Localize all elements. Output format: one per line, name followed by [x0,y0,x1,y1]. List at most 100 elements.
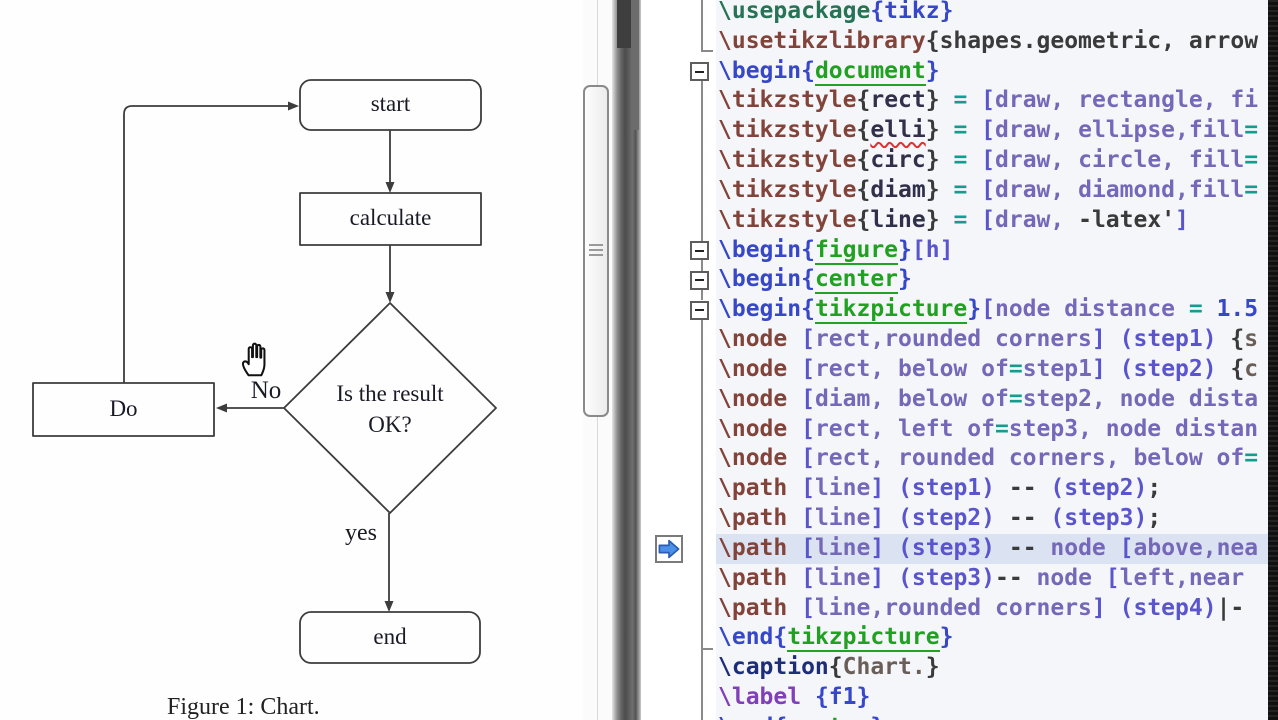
code-token: [ [801,535,815,561]
code-token [1106,595,1120,621]
code-token: = [1244,445,1258,471]
code-area[interactable]: \usepackage{tikz}\usetikzlibrary{shapes.… [716,0,1268,720]
code-token: (step1) [1120,326,1217,352]
code-line[interactable]: \path [line] (step1) -- (step2); [716,474,1268,504]
code-line[interactable]: \begin{center} [716,265,1268,295]
flowchart-node-end: end [300,624,480,650]
code-line[interactable]: \tikzstyle{elli} = [draw, ellipse,fill= [716,116,1268,146]
scrollbar-track-line [597,417,598,720]
code-token: (step2) [898,505,995,531]
code-token: \usepackage [718,0,870,24]
thumb-grip-icon [589,254,603,256]
code-line[interactable]: \node [rect, rounded corners, below of= [716,444,1268,474]
code-line[interactable]: \tikzstyle{circ} = [draw, circle, fill= [716,146,1268,176]
code-token: ] [870,475,884,501]
code-token: tikzpicture [787,624,939,652]
code-token: \path [718,535,801,561]
code-token: \end{ [718,624,787,650]
code-token [884,475,898,501]
arrow-right-icon [657,537,681,561]
code-token: ] [870,565,884,591]
fold-scope-line [701,290,703,300]
code-token: 1.5 [1217,296,1259,322]
code-line[interactable]: \tikzstyle{rect} = [draw, rectangle, fi [716,86,1268,116]
code-line[interactable]: \begin{figure}[h] [716,236,1268,266]
code-line[interactable]: \caption{Chart.} [716,653,1268,683]
code-line[interactable]: \path [line] (step3)-- node [left,near [716,564,1268,594]
code-token: Chart. [843,654,926,680]
code-token: step1 [1023,356,1092,382]
code-token: [ [801,505,815,531]
window-splitter[interactable] [612,0,641,720]
code-token: } [926,207,954,233]
code-token: s [1244,326,1258,352]
code-token: \begin{ [718,266,815,292]
code-line[interactable]: \path [line,rounded corners] (step4)|- [716,594,1268,624]
code-token: draw, rectangle, fi [995,87,1258,113]
code-line[interactable]: \tikzstyle{line} = [draw, -latex'] [716,206,1268,236]
code-line[interactable]: \usepackage{tikz} [716,0,1268,27]
code-token: draw, ellipse,fill [995,117,1244,143]
code-token: {f1} [815,684,870,710]
code-token: line [870,207,925,233]
code-token [967,177,981,203]
code-token: figure [815,237,898,265]
code-token: \path [718,595,801,621]
code-token: [ [801,565,815,591]
fold-marker[interactable] [690,241,709,260]
editor-pane[interactable]: \usepackage{tikz}\usetikzlibrary{shapes.… [641,0,1268,720]
code-token: [ [1106,565,1120,591]
code-token: } [940,624,954,650]
code-line[interactable]: \node [rect, below of=step1] (step2) {c [716,355,1268,385]
code-token: \caption [718,654,829,680]
code-token: { [856,87,870,113]
code-token: node distance [995,296,1189,322]
code-token: line,rounded corners [815,595,1092,621]
code-line[interactable]: \label {f1} [716,683,1268,713]
pdf-preview-pane[interactable]: start calculate Is the result OK? Do end… [0,0,583,720]
code-token: (step3) [1050,505,1147,531]
code-token [884,535,898,561]
code-token: c [1244,356,1258,382]
pdf-scrollbar[interactable] [583,0,612,720]
code-token: = [1244,117,1258,143]
code-token: \path [718,475,801,501]
code-line[interactable]: \node [rect, left of=step3, node distan [716,415,1268,445]
code-token: |- [1217,595,1245,621]
fold-marker[interactable] [690,301,709,320]
fold-minus-icon [695,279,704,281]
pdf-scrollbar-thumb[interactable] [583,85,609,417]
code-token [884,565,898,591]
code-token: step3, node distan [1009,416,1258,442]
fold-marker[interactable] [690,271,709,290]
code-token: = [1009,386,1023,412]
code-line[interactable]: \path [line] (step3) -- node [above,nea [716,534,1268,564]
flowchart-node-do: Do [33,396,214,422]
code-token: [ [801,595,815,621]
code-token: \end{ [718,714,787,720]
code-line[interactable]: \path [line] (step2) -- (step3); [716,504,1268,534]
code-token: left,near [1120,565,1245,591]
screen: start calculate Is the result OK? Do end… [0,0,1278,720]
code-token: = [1244,147,1258,173]
code-line[interactable]: \node [diam, below of=step2, node dista [716,385,1268,415]
code-token: = [1189,296,1203,322]
code-line[interactable]: \begin{document} [716,57,1268,87]
code-token: { [856,177,870,203]
code-line[interactable]: \end{tikzpicture} [716,623,1268,653]
code-token: \begin{ [718,58,815,84]
code-token: rect,rounded corners [815,326,1092,352]
fold-minus-icon [695,71,704,73]
code-line[interactable]: \node [rect,rounded corners] (step1) {s [716,325,1268,355]
code-token: \path [718,565,801,591]
code-token: { [829,654,843,680]
fold-minus-icon [695,250,704,252]
flowchart-node-start: start [300,91,481,117]
code-token: { [856,117,870,143]
code-line[interactable]: \end{center} [716,713,1268,720]
code-line[interactable]: \begin{tikzpicture}[node distance = 1.5 [716,295,1268,325]
fold-marker[interactable] [690,62,709,81]
code-line[interactable]: \usetikzlibrary{shapes.geometric, arrow [716,27,1268,57]
code-line[interactable]: \tikzstyle{diam} = [draw, diamond,fill= [716,176,1268,206]
code-token: -- [995,475,1050,501]
